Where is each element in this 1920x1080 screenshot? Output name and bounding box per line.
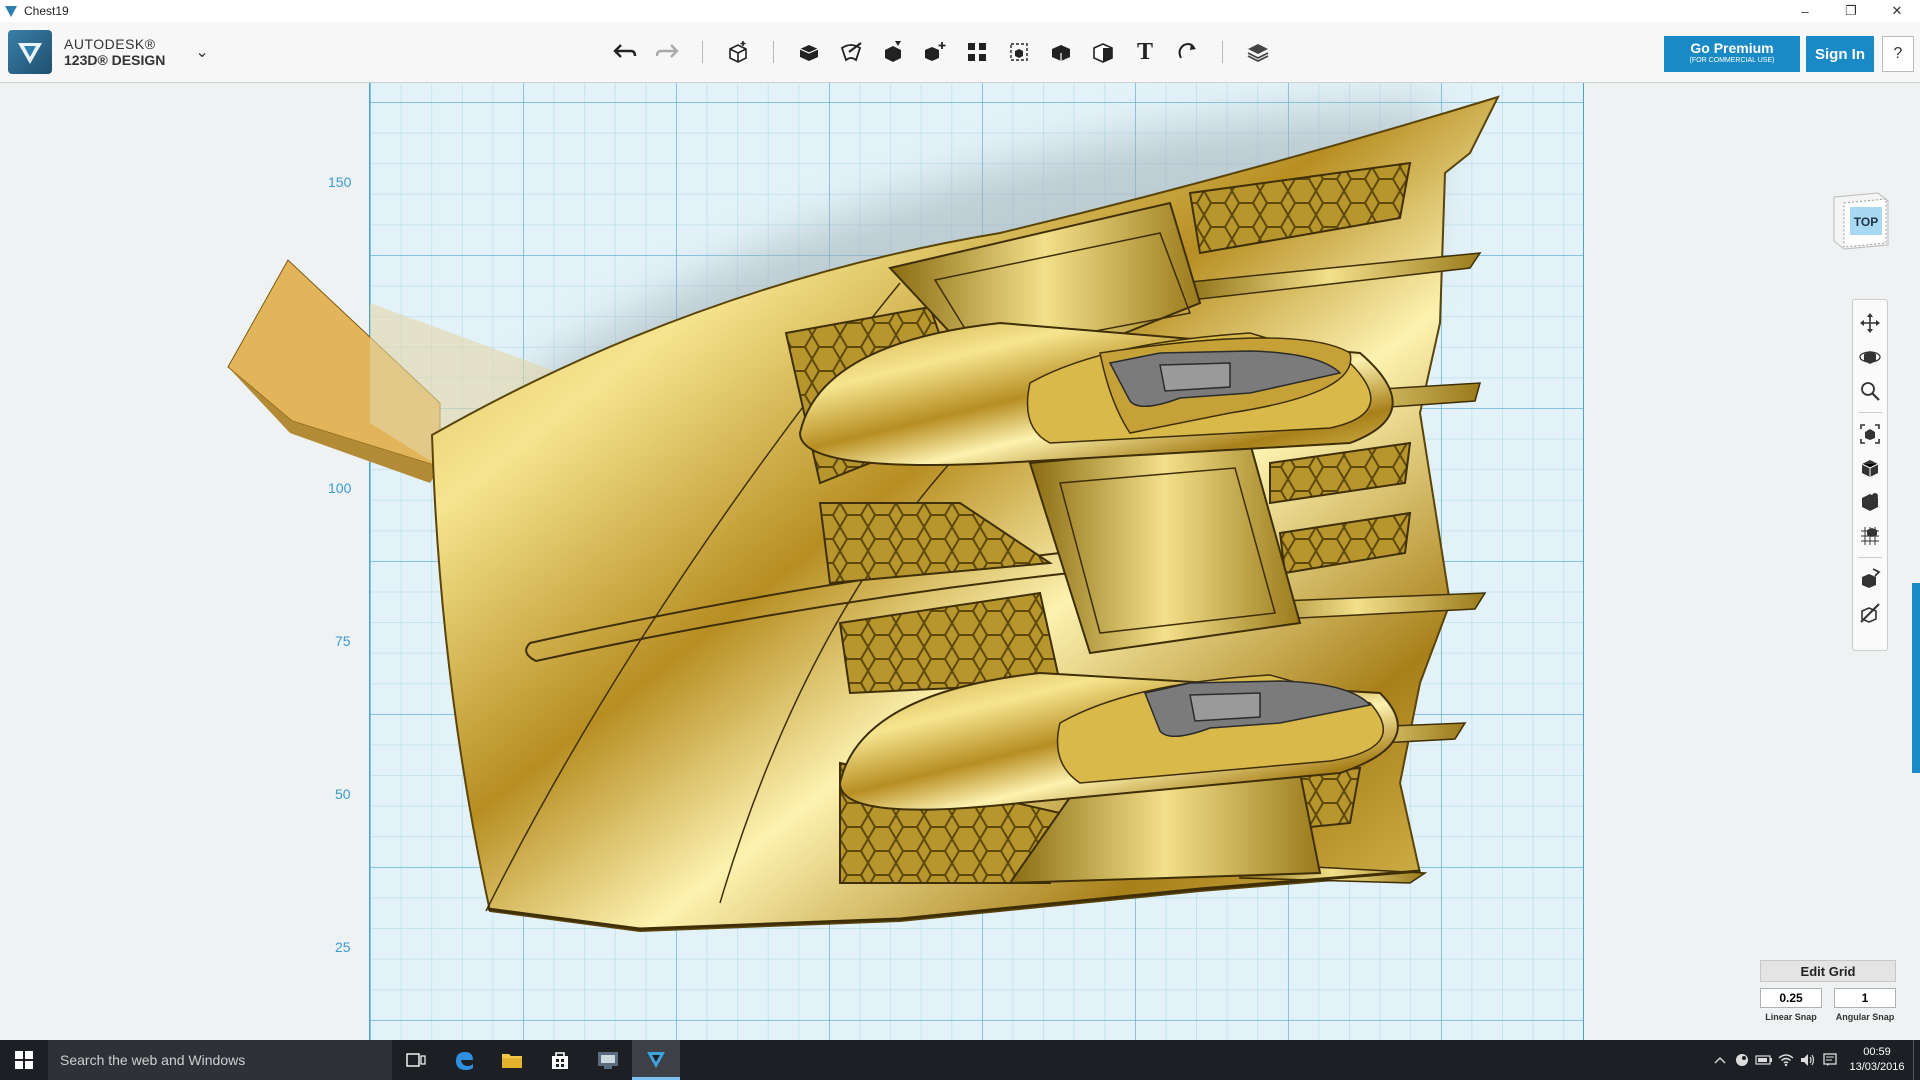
system-tray: 00:59 13/03/2016 <box>1709 1040 1920 1080</box>
snap-icon[interactable] <box>1169 34 1205 70</box>
pan-icon[interactable] <box>1856 308 1884 338</box>
primitives-icon[interactable] <box>720 34 756 70</box>
linear-snap-label: Linear Snap <box>1765 1012 1817 1022</box>
brand-line2: 123D® DESIGN <box>64 52 166 68</box>
fit-icon[interactable] <box>1856 419 1884 449</box>
window-title: Chest19 <box>24 4 69 18</box>
file-explorer-icon[interactable] <box>488 1040 536 1080</box>
text-icon[interactable]: T <box>1127 34 1163 70</box>
measure-icon[interactable] <box>1043 34 1079 70</box>
3d-viewport[interactable]: 150 125 100 75 50 25 <box>0 83 1920 1040</box>
windows-taskbar: Search the web and Windows 00:59 13/03/2… <box>0 1040 1920 1080</box>
grid-view-icon[interactable] <box>1856 521 1884 551</box>
chevron-down-icon[interactable]: ⌄ <box>195 42 208 62</box>
edit-grid-button[interactable]: Edit Grid <box>1760 960 1896 982</box>
windows-logo-icon <box>15 1051 33 1069</box>
app-logo-icon <box>5 6 17 17</box>
navbar-divider <box>1858 557 1882 558</box>
pattern-icon[interactable] <box>917 34 953 70</box>
edge-browser-icon[interactable] <box>440 1040 488 1080</box>
123d-design-taskbar-icon[interactable] <box>632 1040 680 1080</box>
modify-icon[interactable] <box>875 34 911 70</box>
navbar-divider <box>1858 412 1882 413</box>
help-button[interactable]: ? <box>1882 36 1914 72</box>
zoom-icon[interactable] <box>1856 376 1884 406</box>
perspective-icon[interactable] <box>1856 453 1884 483</box>
store-icon[interactable] <box>536 1040 584 1080</box>
tool-strip: T <box>604 34 1279 70</box>
battery-icon[interactable] <box>1753 1040 1775 1080</box>
show-desktop-button[interactable] <box>1913 1040 1920 1080</box>
redo-icon[interactable] <box>649 34 685 70</box>
toolbar-divider <box>773 41 774 63</box>
linear-snap-field[interactable]: 0.25 <box>1760 988 1822 1008</box>
chevron-up-icon[interactable] <box>1709 1040 1731 1080</box>
brand-line1: AUTODESK® <box>64 36 156 52</box>
side-panel-tab[interactable] <box>1912 583 1920 773</box>
clock-date: 13/03/2016 <box>1849 1061 1905 1073</box>
brand[interactable]: AUTODESK® 123D® DESIGN ⌄ <box>8 30 209 74</box>
window-titlebar: Chest19 – ❐ ✕ <box>0 0 1920 22</box>
close-button[interactable]: ✕ <box>1874 0 1920 22</box>
edit-grid-panel: Edit Grid 0.25 1 Linear Snap Angular Sna… <box>1760 960 1896 1030</box>
group-icon[interactable] <box>959 34 995 70</box>
sketch-icon[interactable] <box>791 34 827 70</box>
chest-model[interactable] <box>0 83 1920 1040</box>
premium-label: Go Premium <box>1690 40 1774 56</box>
hide-icon[interactable] <box>1856 598 1884 628</box>
clock-time: 00:59 <box>1863 1046 1891 1058</box>
view-cube-face-label: TOP <box>1853 215 1879 229</box>
network-icon[interactable] <box>1775 1040 1797 1080</box>
layers-icon[interactable] <box>1240 34 1276 70</box>
toolbar-divider <box>702 41 703 63</box>
volume-icon[interactable] <box>1797 1040 1819 1080</box>
search-placeholder: Search the web and Windows <box>60 1052 246 1068</box>
navigation-bar <box>1852 299 1888 651</box>
go-premium-button[interactable]: Go Premium (FOR COMMERCIAL USE) <box>1664 36 1800 72</box>
material-icon[interactable] <box>1085 34 1121 70</box>
undo-icon[interactable] <box>607 34 643 70</box>
angular-snap-label: Angular Snap <box>1835 1012 1895 1022</box>
angular-snap-field[interactable]: 1 <box>1834 988 1896 1008</box>
task-view-icon[interactable] <box>392 1040 440 1080</box>
orbit-icon[interactable] <box>1856 342 1884 372</box>
construct-icon[interactable] <box>833 34 869 70</box>
start-button[interactable] <box>0 1040 48 1080</box>
premium-sub-label: (FOR COMMERCIAL USE) <box>1689 57 1775 64</box>
snap-view-icon[interactable] <box>1856 564 1884 594</box>
steam-app-icon[interactable] <box>584 1040 632 1080</box>
main-toolbar: AUTODESK® 123D® DESIGN ⌄ T Go Premium (F… <box>0 22 1920 83</box>
app-logo-icon <box>8 30 52 74</box>
solid-view-icon[interactable] <box>1856 487 1884 517</box>
combine-icon[interactable] <box>1001 34 1037 70</box>
steam-tray-icon[interactable] <box>1731 1040 1753 1080</box>
taskbar-clock[interactable]: 00:59 13/03/2016 <box>1841 1045 1913 1075</box>
maximize-button[interactable]: ❐ <box>1828 0 1874 22</box>
action-center-icon[interactable] <box>1819 1040 1841 1080</box>
view-cube[interactable]: TOP <box>1828 189 1894 253</box>
taskbar-search-box[interactable]: Search the web and Windows <box>48 1040 392 1080</box>
minimize-button[interactable]: – <box>1782 0 1828 22</box>
toolbar-divider <box>1222 41 1223 63</box>
sign-in-button[interactable]: Sign In <box>1806 36 1874 72</box>
